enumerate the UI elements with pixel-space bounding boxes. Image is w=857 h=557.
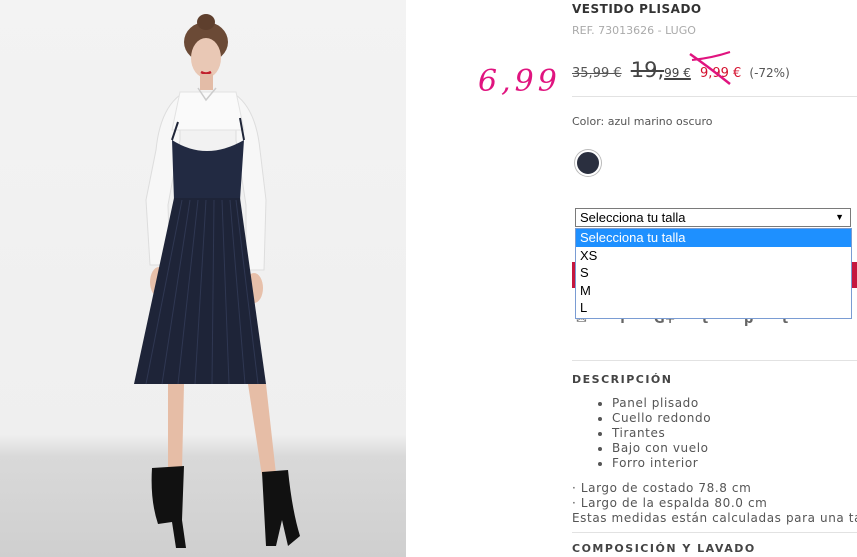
measure-side-length: · Largo de costado 78.8 cm xyxy=(572,481,752,495)
divider xyxy=(572,532,857,533)
chevron-down-icon[interactable]: ▼ xyxy=(835,209,844,226)
size-select-value: Selecciona tu talla xyxy=(580,210,686,225)
price-row: 35,99 € 19,99 € 9,99 € (-72%) xyxy=(572,58,790,86)
previous-price: 19,99 € xyxy=(631,58,691,82)
composition-heading[interactable]: COMPOSICIÓN Y LAVADO xyxy=(572,542,756,555)
handwritten-strike-mark xyxy=(689,51,731,85)
description-bullet: Forro interior xyxy=(612,456,711,471)
divider xyxy=(572,360,857,361)
product-reference: REF. 73013626 - LUGO xyxy=(572,24,696,37)
size-option[interactable]: Selecciona tu talla xyxy=(576,229,851,247)
product-photo xyxy=(0,0,406,557)
handwritten-price-annotation: 6,99 xyxy=(478,64,561,99)
color-swatch-navy[interactable] xyxy=(575,150,601,176)
description-heading[interactable]: DESCRIPCIÓN xyxy=(572,373,673,386)
discount-percent: (-72%) xyxy=(749,66,790,80)
size-option[interactable]: L xyxy=(576,299,851,317)
description-bullet: Cuello redondo xyxy=(612,411,711,426)
original-price: 35,99 € xyxy=(572,66,622,81)
size-option[interactable]: S xyxy=(576,264,851,282)
product-title: VESTIDO PLISADO xyxy=(572,2,702,16)
size-option[interactable]: M xyxy=(576,282,851,300)
description-bullet: Tirantes xyxy=(612,426,711,441)
description-bullets: Panel plisado Cuello redondo Tirantes Ba… xyxy=(596,396,711,471)
description-bullet: Panel plisado xyxy=(612,396,711,411)
measure-note: Estas medidas están calculadas para una … xyxy=(572,511,857,525)
size-select[interactable]: Selecciona tu talla ▼ xyxy=(575,208,851,227)
model-illustration xyxy=(134,14,300,548)
previous-price-main: 19, xyxy=(630,58,665,82)
divider xyxy=(572,96,857,97)
color-label: Color: azul marino oscuro xyxy=(572,115,713,128)
measure-back-length: · Largo de la espalda 80.0 cm xyxy=(572,496,768,510)
size-options-list: Selecciona tu talla XS S M L xyxy=(575,228,852,319)
description-bullet: Bajo con vuelo xyxy=(612,441,711,456)
size-option[interactable]: XS xyxy=(576,247,851,265)
add-to-bag-button-edge-right[interactable] xyxy=(852,262,857,288)
